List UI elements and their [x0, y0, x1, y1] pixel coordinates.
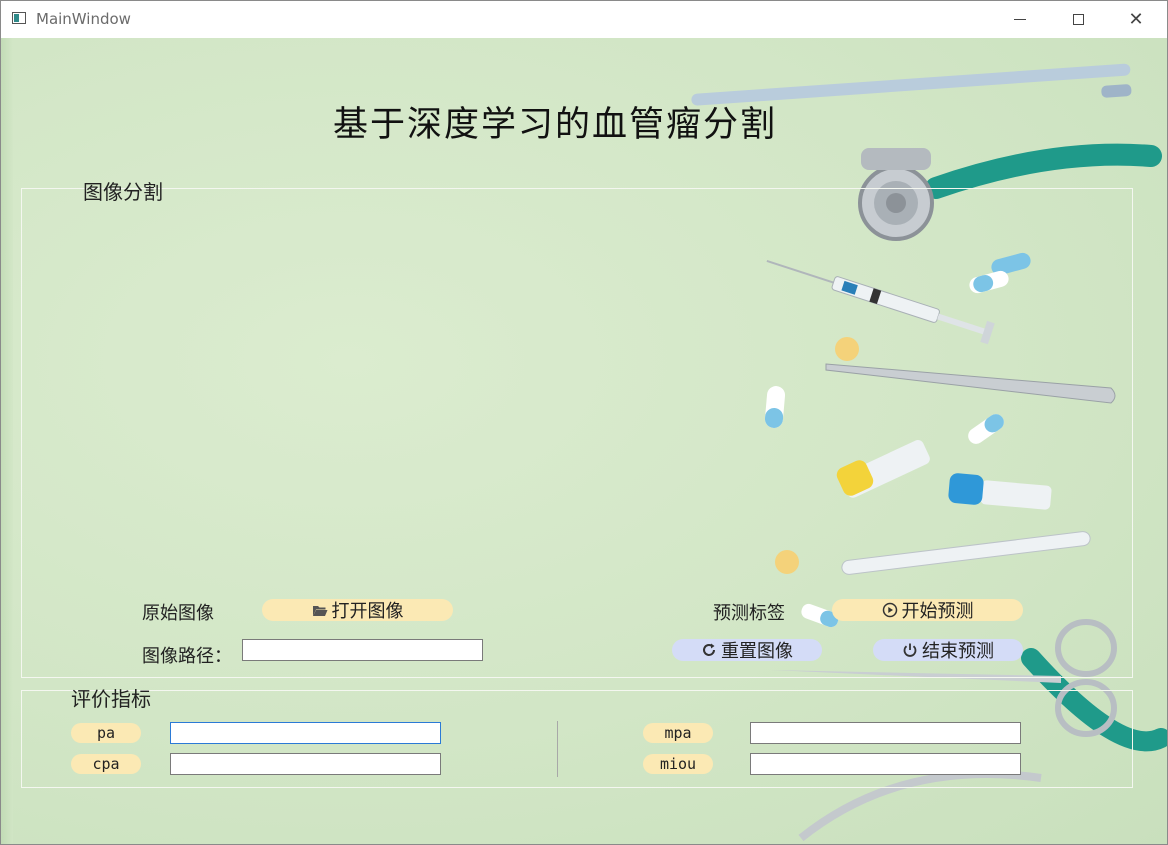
segmentation-group-title: 图像分割 [83, 180, 163, 204]
close-button[interactable]: ✕ [1107, 1, 1165, 38]
window-title: MainWindow [36, 10, 131, 28]
evaluation-group-title: 评价指标 [71, 687, 151, 711]
refresh-icon [701, 642, 717, 658]
metric-cpa-field[interactable] [170, 753, 441, 775]
metric-miou-label: miou [643, 754, 713, 774]
power-icon [902, 642, 918, 658]
minimize-icon [1014, 19, 1026, 20]
app-window-icon [12, 12, 26, 24]
open-image-button-label: 打开图像 [331, 601, 404, 622]
end-predict-button[interactable]: 结束预测 [873, 639, 1023, 662]
metric-pa-field[interactable] [170, 722, 441, 744]
end-predict-button-label: 结束预测 [922, 641, 994, 662]
metric-mpa-field[interactable] [750, 722, 1021, 744]
main-window: MainWindow ✕ 基于深度学习的血管瘤分割 图像分割 原始图像 打开图像… [0, 0, 1168, 845]
close-icon: ✕ [1128, 8, 1144, 30]
open-image-button[interactable]: 打开图像 [262, 599, 453, 622]
metric-pa-label: pa [71, 723, 141, 743]
metric-miou-field[interactable] [750, 753, 1021, 775]
maximize-button[interactable] [1049, 1, 1107, 38]
maximize-icon [1072, 14, 1084, 25]
metric-cpa-label: cpa [71, 754, 141, 774]
original-image-label: 原始图像 [142, 603, 214, 624]
play-circle-icon [882, 602, 898, 618]
reset-image-button[interactable]: 重置图像 [672, 639, 822, 662]
minimize-button[interactable] [991, 1, 1049, 38]
reset-image-button-label: 重置图像 [721, 641, 793, 662]
image-path-input[interactable] [242, 639, 483, 661]
image-path-label: 图像路径： [142, 646, 232, 667]
start-predict-button[interactable]: 开始预测 [832, 599, 1023, 622]
metrics-divider [557, 721, 558, 777]
folder-open-icon [312, 604, 328, 617]
page-title: 基于深度学习的血管瘤分割 [333, 105, 778, 145]
client-area: 基于深度学习的血管瘤分割 图像分割 原始图像 打开图像 图像路径： 预测标签 开… [1, 38, 1167, 844]
start-predict-button-label: 开始预测 [901, 601, 974, 622]
predicted-label-label: 预测标签 [713, 603, 785, 624]
title-bar[interactable]: MainWindow ✕ [1, 1, 1167, 38]
metric-mpa-label: mpa [643, 723, 713, 743]
